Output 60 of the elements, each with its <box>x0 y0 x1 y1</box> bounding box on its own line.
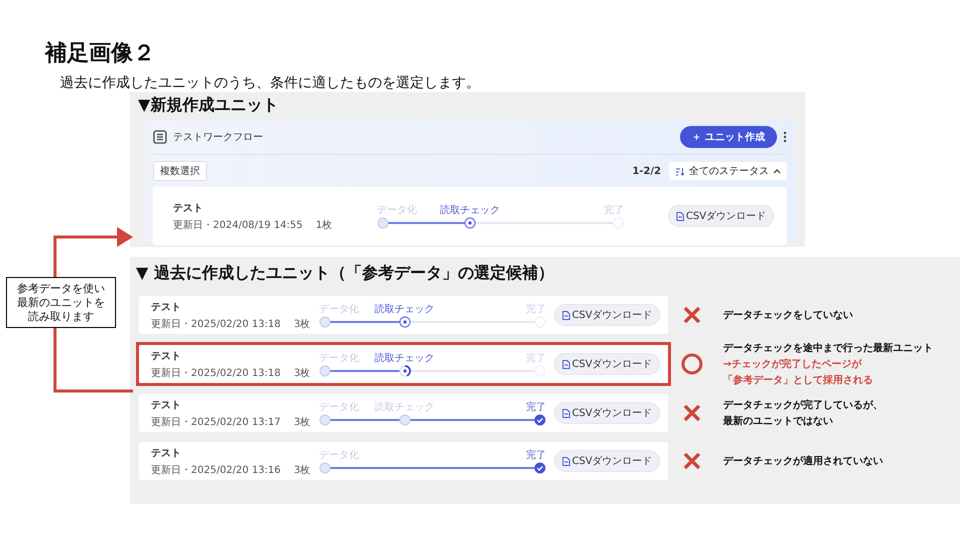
unit-meta: 更新日・2024/08/19 14:55 1枚 <box>173 218 334 232</box>
page-title: 補足画像２ <box>45 39 155 67</box>
unit-name: テスト <box>151 398 182 412</box>
verdict-text: 「参考データ」として採用される <box>723 374 874 387</box>
verdict-text: →チェックが完了したページが <box>723 357 863 371</box>
step-label: データ化 <box>319 449 359 462</box>
step-label: データ化 <box>319 401 359 414</box>
step-label: 読取チェック <box>440 204 500 217</box>
step-label: 完了 <box>526 448 546 462</box>
unit-name: テスト <box>173 202 204 214</box>
chevron-up-icon <box>773 168 781 174</box>
verdict-text: 最新のユニットではない <box>723 414 834 428</box>
step-label: 読取チェック <box>374 302 435 316</box>
step-label: 完了 <box>526 400 546 414</box>
document-icon <box>562 360 570 368</box>
status-filter[interactable]: 全てのステータス <box>669 162 787 180</box>
list-icon <box>153 130 167 144</box>
verdict-text: データチェックをしていない <box>723 309 853 322</box>
step-label: 完了 <box>526 302 546 316</box>
unit-meta: 更新日・2025/02/20 13:18 3枚 <box>151 318 311 330</box>
unit-name: テスト <box>151 300 182 314</box>
unit-meta: 更新日・2025/02/20 13:17 3枚 <box>151 416 311 428</box>
unit-card[interactable]: テスト 更新日・2024/08/19 14:55 1枚 データ化 読取チェック 完了 CSVダウンロード <box>153 187 787 245</box>
sort-icon <box>675 166 685 176</box>
csv-download-button[interactable]: CSVダウンロード <box>554 304 660 326</box>
note-callout: 参考データを使い最新のユニットを読み取ります <box>6 277 116 328</box>
step-label: データ化 <box>319 352 359 365</box>
create-unit-button[interactable]: ＋ ユニット作成 <box>680 126 777 148</box>
multi-select-button[interactable]: 複数選択 <box>153 161 207 181</box>
item-count: 1-2/2 <box>632 166 661 176</box>
unit-card[interactable]: テスト 更新日・2025/02/20 13:16 3枚 データ化 完了 CSVダウンロード <box>139 442 668 480</box>
unit-card[interactable]: テスト 更新日・2025/02/20 13:18 3枚 データ化 読取チェック 完了 CSVダウンロード <box>139 296 668 334</box>
section-heading: ▼ 過去に作成したユニット（「参考データ」の選定候補） <box>136 263 554 284</box>
csv-download-button[interactable]: CSVダウンロード <box>554 353 660 375</box>
workflow-title: テストワークフロー <box>173 131 264 144</box>
verdict-text: データチェックが適用されていない <box>723 454 883 468</box>
section-heading: ▼新規作成ユニット <box>138 95 278 116</box>
unit-name: テスト <box>151 350 182 362</box>
document-icon <box>676 212 684 220</box>
step-label: 読取チェック <box>374 352 435 365</box>
csv-download-button[interactable]: CSVダウンロード <box>554 450 660 472</box>
document-icon <box>562 408 570 418</box>
unit-meta: 更新日・2025/02/20 13:18 3枚 <box>151 366 311 380</box>
step-label: 完了 <box>604 204 624 217</box>
step-label: データ化 <box>319 303 359 316</box>
step-label: データ化 <box>377 204 417 217</box>
verdict-text: データチェックが完了しているが、 <box>723 398 883 412</box>
unit-card[interactable]: テスト 更新日・2025/02/20 13:17 3枚 データ化 読取チェック 完了 CSVダウンロード <box>139 394 668 432</box>
kebab-menu-icon <box>783 131 787 143</box>
step-label: 読取チェック <box>374 400 435 414</box>
unit-meta: 更新日・2025/02/20 13:16 3枚 <box>151 464 311 476</box>
step-label: 完了 <box>526 352 546 365</box>
verdict-text: データチェックを途中まで行った最新ユニット <box>723 341 933 355</box>
document-icon <box>562 456 570 466</box>
subtitle-text: 過去に作成したユニットのうち、条件に適したものを選定します。 <box>60 74 480 92</box>
unit-name: テスト <box>151 446 182 460</box>
unit-card[interactable]: テスト 更新日・2025/02/20 13:18 3枚 データ化 読取チェック 完了 CSVダウンロード <box>139 345 668 383</box>
document-icon <box>562 310 570 320</box>
csv-download-button[interactable]: CSVダウンロード <box>554 402 660 424</box>
csv-download-button[interactable]: CSVダウンロード <box>668 205 774 227</box>
